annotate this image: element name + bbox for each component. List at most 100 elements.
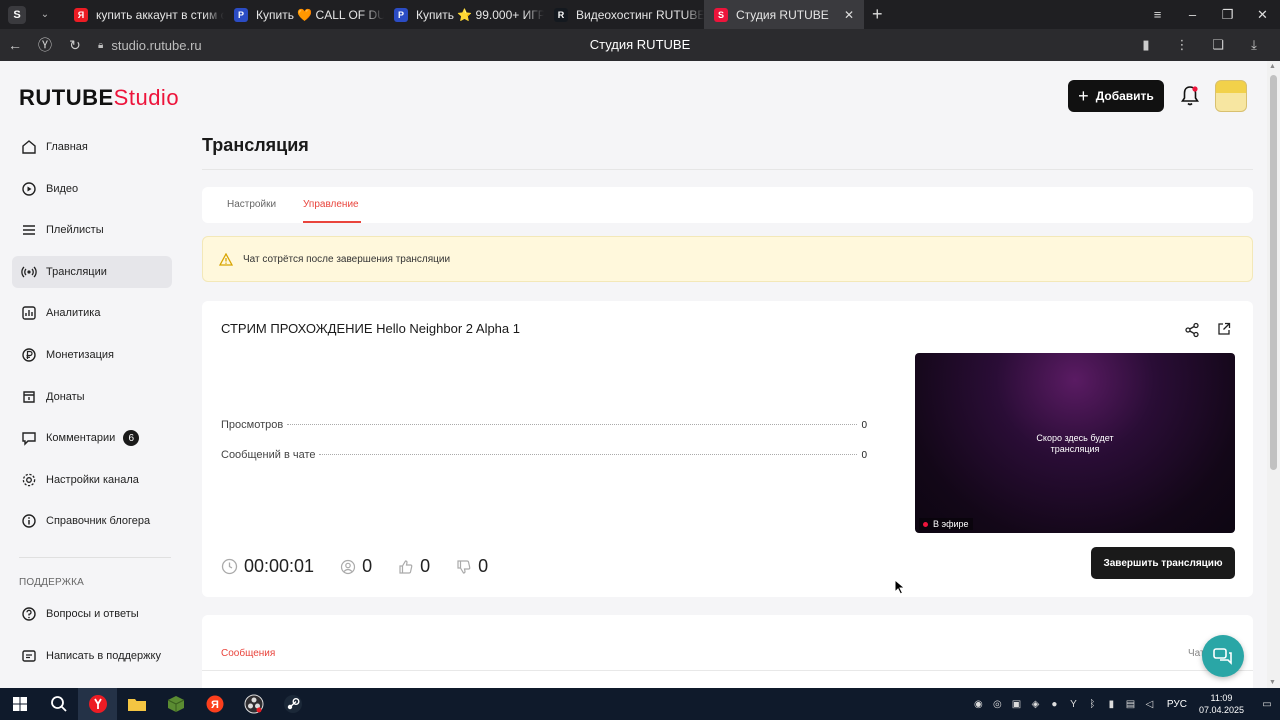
tray-app-icon[interactable]: ◈	[1026, 699, 1045, 710]
tray-network-icon[interactable]: ▤	[1121, 699, 1140, 710]
search-icon[interactable]	[39, 688, 78, 720]
sidebar-item-analytics[interactable]: Аналитика	[12, 297, 172, 329]
info-icon	[20, 512, 38, 530]
logo-main: RUTUBE	[19, 85, 114, 110]
scrollbar-thumb[interactable]	[1270, 75, 1277, 470]
live-badge: В эфире	[919, 518, 973, 530]
tray-discord-icon[interactable]: ●	[1045, 699, 1064, 710]
sidebar-item-donations[interactable]: Донаты	[12, 381, 172, 413]
sidebar-item-video[interactable]: Видео	[12, 173, 172, 205]
scroll-up-icon[interactable]: ▲	[1269, 63, 1276, 70]
plati-favicon-icon: P	[234, 7, 248, 22]
maximize-icon[interactable]: ❐	[1210, 7, 1245, 23]
playlist-icon	[20, 221, 38, 239]
page-scrollbar[interactable]: ▲ ▼	[1267, 61, 1280, 688]
sidebar-item-blogger-guide[interactable]: Справочник блогера	[12, 505, 172, 537]
tray-steam-icon[interactable]: ◉	[969, 699, 988, 710]
windows-start-icon[interactable]	[0, 688, 39, 720]
avatar[interactable]	[1215, 80, 1247, 112]
taskbar-clock[interactable]: 11:09 07.04.2025	[1199, 692, 1244, 716]
browser-tab[interactable]: Я купить аккаунт в стим са	[64, 0, 224, 29]
stream-preview[interactable]: Скоро здесь будет трансляция В эфире	[915, 353, 1235, 533]
browser-menu-icon[interactable]: ≡	[1140, 7, 1175, 22]
downloads-icon[interactable]: ⤓	[1236, 37, 1272, 53]
yandex-browser-taskbar-icon[interactable]	[78, 688, 117, 720]
more-icon[interactable]: ⋮	[1164, 37, 1200, 53]
minimize-icon[interactable]: –	[1175, 7, 1210, 22]
tray-nvidia-icon[interactable]: ▣	[1007, 699, 1026, 710]
preview-message: Скоро здесь будет трансляция	[915, 433, 1235, 455]
sidebar-item-comments[interactable]: Комментарии 6	[12, 422, 172, 454]
sidebar-item-label: Монетизация	[46, 348, 114, 361]
language-indicator[interactable]: РУС	[1167, 699, 1187, 710]
notifications-icon[interactable]: ▭	[1254, 699, 1280, 710]
sidebar-item-label: Вопросы и ответы	[46, 608, 139, 620]
active-tab-underline	[303, 221, 361, 223]
bell-icon[interactable]	[1180, 85, 1200, 107]
close-window-icon[interactable]: ✕	[1245, 7, 1280, 23]
window-controls: ≡ – ❐ ✕	[1140, 0, 1280, 29]
browser-tab[interactable]: P Купить ⭐ 99.000+ ИГР S	[384, 0, 544, 29]
sidebar: Главная Видео Плейлисты Трансляции Анали…	[12, 131, 172, 547]
yandex-icon[interactable]: Я	[195, 688, 234, 720]
tray-volume-icon[interactable]: ◁	[1140, 699, 1159, 710]
end-broadcast-button[interactable]: Завершить трансляцию	[1091, 547, 1235, 579]
stream-card: СТРИМ ПРОХОЖДЕНИЕ Hello Neighbor 2 Alpha…	[202, 301, 1253, 597]
stat-views: Просмотров 0	[221, 419, 867, 431]
sidebar-item-channel-settings[interactable]: Настройки канала	[12, 464, 172, 496]
warning-icon	[219, 252, 233, 266]
tray-yandex-icon[interactable]: Y	[1064, 699, 1083, 710]
sidebar-item-playlists[interactable]: Плейлисты	[12, 214, 172, 246]
share-icon[interactable]	[1184, 322, 1200, 338]
url-field[interactable]: 🔒︎ studio.rutube.ru	[98, 38, 202, 53]
live-dot-icon	[923, 521, 928, 527]
browser-logo-icon[interactable]: S	[8, 5, 26, 24]
open-external-icon[interactable]	[1217, 322, 1231, 336]
bookmark-icon[interactable]: ▮	[1128, 37, 1164, 53]
stream-timer: 00:00:01	[244, 556, 315, 576]
file-explorer-icon[interactable]	[117, 688, 156, 720]
obs-icon[interactable]	[234, 688, 273, 720]
minecraft-icon[interactable]	[156, 688, 195, 720]
rutube-studio-logo[interactable]: RUTUBEStudio	[19, 85, 179, 111]
reload-icon[interactable]: ↻	[60, 37, 90, 54]
browser-tab-active[interactable]: S Студия RUTUBE ✕	[704, 0, 864, 29]
sidebar-item-broadcasts[interactable]: Трансляции	[12, 255, 172, 288]
timer-metric: 00:00:01	[221, 556, 314, 577]
sidebar-item-faq[interactable]: Вопросы и ответы	[12, 598, 172, 630]
browser-address-bar: ← Ⓨ ↻ 🔒︎ studio.rutube.ru Студия RUTUBE …	[0, 29, 1280, 61]
new-tab-icon[interactable]: +	[872, 4, 883, 25]
sidebar-item-label: Написать в поддержку	[46, 649, 161, 662]
add-button-label: Добавить	[1095, 89, 1154, 103]
back-icon[interactable]: ←	[0, 37, 30, 53]
likes-metric: 0	[398, 556, 430, 577]
sidebar-item-monetization[interactable]: Монетизация	[12, 339, 172, 371]
add-button[interactable]: + Добавить	[1068, 80, 1164, 112]
tab-label: Студия RUTUBE	[736, 7, 829, 22]
tray-bluetooth-icon[interactable]: ᛒ	[1083, 699, 1102, 710]
browser-tab[interactable]: P Купить 🧡 CALL OF DUTY	[224, 0, 384, 29]
money-icon	[20, 346, 38, 364]
yandex-favicon-icon: Я	[74, 7, 88, 22]
tab-messages[interactable]: Сообщения	[221, 648, 275, 659]
broadcast-tabs: Настройки Управление	[202, 187, 1253, 223]
tab-close-icon[interactable]: ✕	[844, 8, 854, 22]
yandex-home-icon[interactable]: Ⓨ	[30, 35, 60, 55]
lock-icon: 🔒︎	[98, 39, 104, 51]
tab-management[interactable]: Управление	[303, 199, 359, 210]
tray-obs-icon[interactable]: ◎	[988, 699, 1007, 710]
steam-icon[interactable]	[273, 688, 312, 720]
clock-date: 07.04.2025	[1198, 705, 1244, 715]
scroll-down-icon[interactable]: ▼	[1269, 679, 1276, 686]
browser-tab[interactable]: R Видеохостинг RUTUBE. С	[544, 0, 704, 29]
sidebar-item-home[interactable]: Главная	[12, 131, 172, 163]
tabs-menu-chevron-icon[interactable]: ⌄	[36, 9, 54, 20]
support-chat-button[interactable]	[1202, 635, 1244, 677]
support-chat-icon	[1213, 648, 1232, 665]
stat-label: Сообщений в чате	[221, 449, 316, 461]
tab-settings[interactable]: Настройки	[227, 199, 276, 210]
collections-icon[interactable]: ❏	[1200, 37, 1236, 53]
thumbs-down-icon	[457, 559, 471, 574]
tray-mic-icon[interactable]: ▮	[1102, 699, 1121, 710]
sidebar-item-write-support[interactable]: Написать в поддержку	[12, 640, 172, 672]
